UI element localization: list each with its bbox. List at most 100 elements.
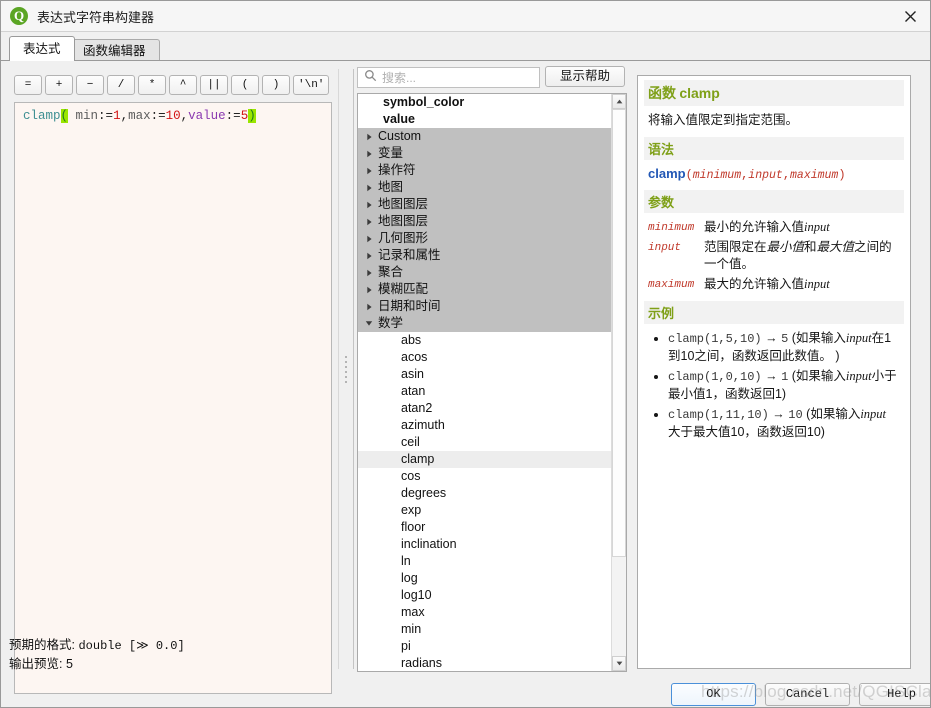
expr-token: clamp [23, 109, 61, 123]
tree-group-item[interactable]: 地图图层 [358, 213, 612, 230]
expression-input[interactable]: clamp( min:=1,max:=10,value:=5) [14, 102, 332, 694]
tree-group-item[interactable]: 聚合 [358, 264, 612, 281]
tree-scrollbar-thumb[interactable] [612, 109, 626, 557]
scroll-up-icon[interactable] [612, 94, 626, 109]
window-title: 表达式字符串构建器 [37, 7, 154, 26]
tree-group-item[interactable]: 地图 [358, 179, 612, 196]
tab-expression[interactable]: 表达式 [9, 36, 75, 61]
tree-item-label: 日期和时间 [378, 298, 441, 315]
search-input[interactable]: 搜索... [357, 67, 540, 88]
tree-function-item[interactable]: min [358, 621, 612, 638]
tab-function-editor[interactable]: 函数编辑器 [69, 39, 160, 61]
chevron-right-icon[interactable] [360, 218, 378, 226]
tree-item-label: 地图图层 [378, 213, 428, 230]
help-argument-description: 范围限定在最小值和最大值之间的一个值。 [704, 239, 900, 273]
syntax-arg: minimum [693, 169, 741, 182]
tree-group-item[interactable]: 日期和时间 [358, 298, 612, 315]
tree-item-label: asin [401, 366, 424, 383]
tree-scrollbar[interactable] [611, 94, 626, 671]
tree-group-item[interactable]: 模糊匹配 [358, 281, 612, 298]
tree-function-item[interactable]: ln [358, 553, 612, 570]
tree-function-item[interactable]: log [358, 570, 612, 587]
status-area: 预期的格式: double [≫ 0.0] 输出预览: 5 [9, 636, 339, 673]
help-panel: 函数 clamp 将输入值限定到指定范围。 语法 clamp(minimum,i… [637, 75, 911, 669]
tree-item-label: acos [401, 349, 427, 366]
chevron-right-icon[interactable] [360, 201, 378, 209]
chevron-right-icon[interactable] [360, 269, 378, 277]
chevron-right-icon[interactable] [360, 133, 378, 141]
ok-button[interactable]: OK [671, 683, 756, 706]
tree-function-item[interactable]: exp [358, 502, 612, 519]
tree-function-item[interactable]: degrees [358, 485, 612, 502]
help-argument-description: 最大的允许输入值input [704, 276, 900, 293]
tree-group-item[interactable]: 地图图层 [358, 196, 612, 213]
op-button-open-paren[interactable]: ( [231, 75, 259, 95]
chevron-right-icon[interactable] [360, 150, 378, 158]
chevron-right-icon[interactable] [360, 235, 378, 243]
operator-toolbar: = + − / * ^ || ( ) '\n' [14, 75, 329, 95]
tree-group-item[interactable]: 几何图形 [358, 230, 612, 247]
expression-builder-dialog: Q 表达式字符串构建器 表达式 函数编辑器 = + − / * ^ || ( )… [0, 0, 931, 708]
tree-field-item[interactable]: symbol_color [358, 94, 612, 111]
help-example-item: clamp(1,11,10) → 10 (如果输入input大于最大值10，函数… [668, 406, 898, 441]
tree-function-item-selected[interactable]: clamp [358, 451, 612, 468]
op-button-power[interactable]: ^ [169, 75, 197, 95]
tree-item-label: max [401, 604, 425, 621]
op-button-concat[interactable]: || [200, 75, 228, 95]
tree-group-item[interactable]: 数学 [358, 315, 612, 332]
tree-function-item[interactable]: cos [358, 468, 612, 485]
tree-item-label: cos [401, 468, 420, 485]
scroll-down-icon[interactable] [612, 656, 626, 671]
tree-function-item[interactable]: inclination [358, 536, 612, 553]
op-button-equals[interactable]: = [14, 75, 42, 95]
chevron-right-icon[interactable] [360, 252, 378, 260]
help-button[interactable]: Help [859, 683, 931, 706]
tree-function-item[interactable]: atan [358, 383, 612, 400]
chevron-right-icon[interactable] [360, 286, 378, 294]
tree-function-item[interactable]: log10 [358, 587, 612, 604]
expr-token: ) [248, 109, 256, 123]
op-button-multiply[interactable]: * [138, 75, 166, 95]
output-preview-label: 输出预览: [9, 657, 62, 671]
tree-item-label: exp [401, 502, 421, 519]
op-button-plus[interactable]: + [45, 75, 73, 95]
op-button-close-paren[interactable]: ) [262, 75, 290, 95]
function-tree[interactable]: symbol_colorvalueCustom变量操作符地图地图图层地图图层几何… [357, 93, 627, 672]
cancel-button[interactable]: Cancel [765, 683, 850, 706]
tree-function-item[interactable]: max [358, 604, 612, 621]
tree-item-label: min [401, 621, 421, 638]
function-tree-list: symbol_colorvalueCustom变量操作符地图地图图层地图图层几何… [358, 94, 612, 671]
help-argument-name: input [648, 239, 704, 273]
chevron-down-icon[interactable] [360, 320, 378, 327]
tree-group-item[interactable]: 变量 [358, 145, 612, 162]
show-help-button[interactable]: 显示帮助 [545, 66, 625, 87]
dialog-button-row: OK Cancel Help [671, 683, 931, 706]
tree-function-item[interactable]: ceil [358, 434, 612, 451]
op-button-divide[interactable]: / [107, 75, 135, 95]
help-syntax-heading: 语法 [644, 137, 904, 160]
chevron-right-icon[interactable] [360, 184, 378, 192]
pane-splitter[interactable] [338, 69, 354, 669]
tree-function-item[interactable]: abs [358, 332, 612, 349]
expr-token: := [151, 109, 166, 123]
tree-function-item[interactable]: radians [358, 655, 612, 671]
tree-field-item[interactable]: value [358, 111, 612, 128]
tree-function-item[interactable]: asin [358, 366, 612, 383]
tree-function-item[interactable]: acos [358, 349, 612, 366]
chevron-right-icon[interactable] [360, 303, 378, 311]
chevron-right-icon[interactable] [360, 167, 378, 175]
tree-function-item[interactable]: floor [358, 519, 612, 536]
tree-group-item[interactable]: 记录和属性 [358, 247, 612, 264]
tree-group-item[interactable]: Custom [358, 128, 612, 145]
tree-item-label: 记录和属性 [378, 247, 441, 264]
tree-function-item[interactable]: pi [358, 638, 612, 655]
tree-function-item[interactable]: atan2 [358, 400, 612, 417]
tree-group-item[interactable]: 操作符 [358, 162, 612, 179]
close-icon[interactable] [888, 1, 931, 31]
op-button-minus[interactable]: − [76, 75, 104, 95]
output-preview-value: 5 [66, 657, 73, 671]
expression-pane: = + − / * ^ || ( ) '\n' clamp( min:=1,ma… [9, 69, 334, 634]
op-button-newline[interactable]: '\n' [293, 75, 329, 95]
tree-function-item[interactable]: azimuth [358, 417, 612, 434]
qgis-logo-icon: Q [10, 7, 28, 25]
